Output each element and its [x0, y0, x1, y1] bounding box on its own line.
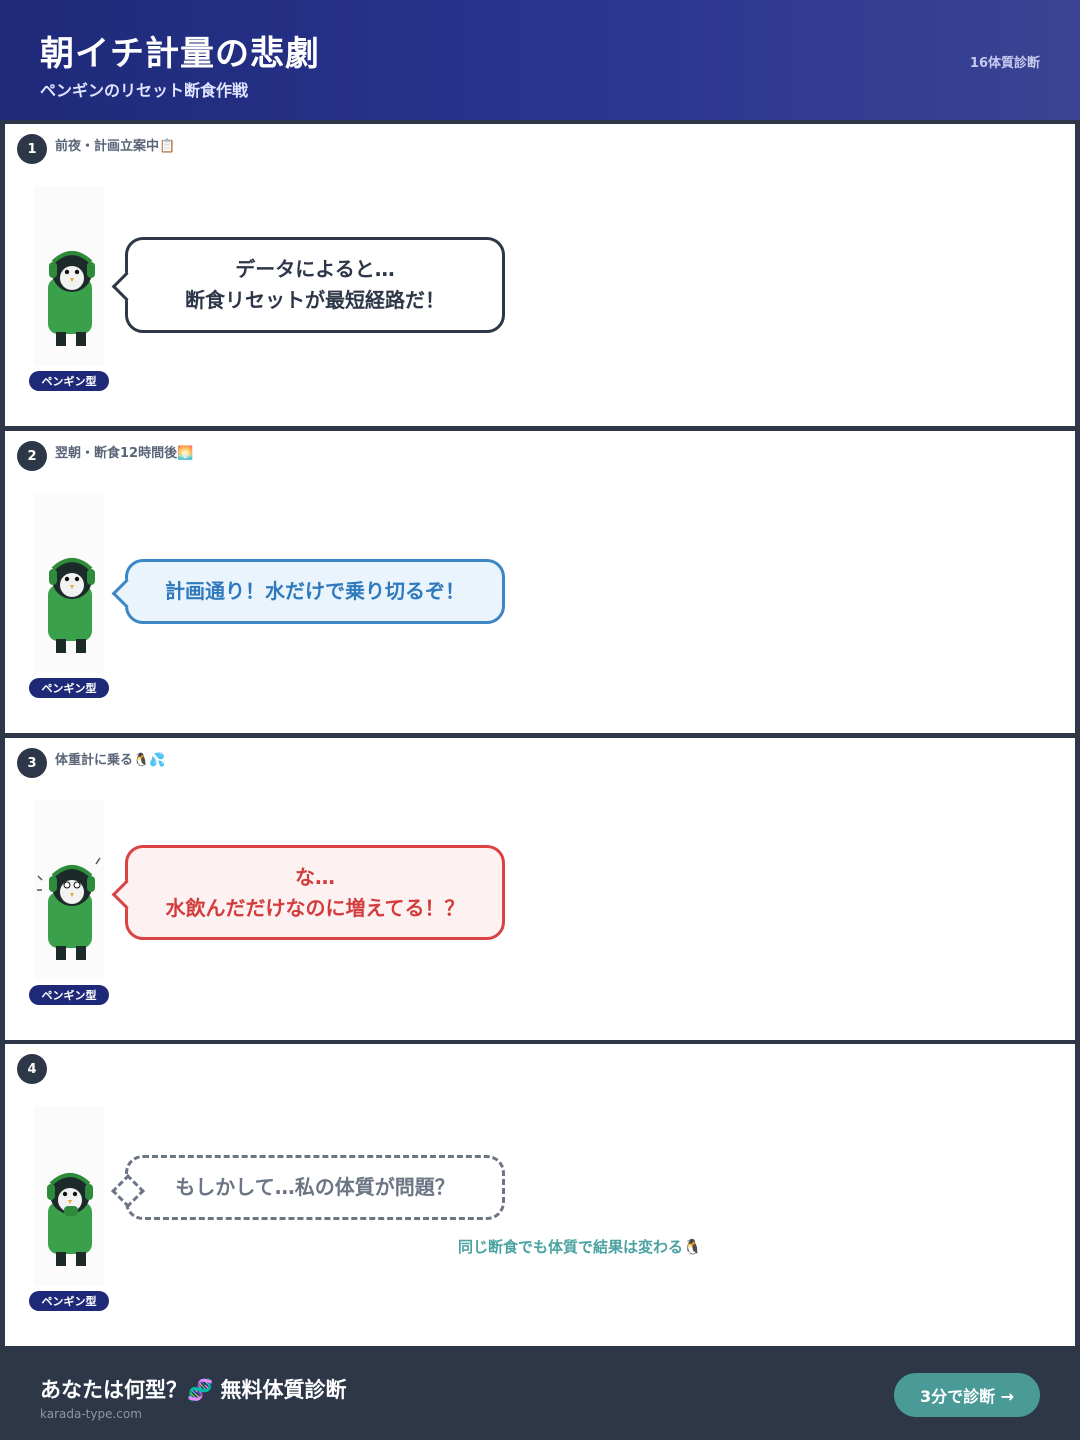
panel-number: 4: [17, 1054, 47, 1084]
speech-line-2: 断食リセットが最短経路だ！: [185, 288, 445, 312]
panel-note: 同じ断食でも体質で結果は変わる🐧: [458, 1238, 702, 1256]
header: 朝イチ計量の悲劇 ペンギンのリセット断食作戦 16体質診断: [0, 0, 1080, 120]
start-diagnosis-button[interactable]: 3分で診断 →: [894, 1373, 1040, 1417]
speech-line-2: 水飲んだだけなのに増えてる！？: [165, 895, 465, 920]
comic-panel-1: 1 前夜・計画立案中📋 ペンギン型 データによると… 断食リセットが最短経路だ！: [5, 124, 1075, 426]
panel-number: 3: [17, 748, 47, 778]
character-type-tag: ペンギン型: [29, 1291, 109, 1311]
comic-panel-2: 2 翌朝・断食12時間後🌅 ペンギン型 計画通り！水だけで乗り切るぞ！: [5, 431, 1075, 733]
panel-number: 2: [17, 441, 47, 471]
penguin-character-image: [34, 800, 104, 980]
speech-bubble: データによると… 断食リセットが最短経路だ！: [125, 237, 505, 333]
speech-line-1: データによると…: [235, 257, 395, 281]
panel-caption: 体重計に乗る🐧💦: [55, 753, 166, 768]
comic-panel-3: 3 体重計に乗る🐧💦 ペンギン型 な… 水飲んだだけなのに増えてる！？: [5, 738, 1075, 1040]
thought-bubble: もしかして…私の体質が問題？: [125, 1155, 505, 1220]
panel-caption: 前夜・計画立案中📋: [55, 139, 176, 154]
character-type-tag: ペンギン型: [29, 985, 109, 1005]
penguin-character-image: [34, 493, 104, 673]
penguin-character-image: [34, 1106, 104, 1286]
penguin-character-image: [34, 186, 104, 366]
speech-bubble: な… 水飲んだだけなのに増えてる！？: [125, 845, 505, 940]
footer: あなたは何型？🧬 無料体質診断 karada-type.com 3分で診断 →: [0, 1348, 1080, 1440]
character-type-tag: ペンギン型: [29, 371, 109, 391]
panel-caption: 翌朝・断食12時間後🌅: [55, 446, 194, 461]
page-subtitle: ペンギンのリセット断食作戦: [40, 81, 249, 100]
speech-line-1: な…: [295, 864, 335, 889]
character-type-tag: ペンギン型: [29, 678, 109, 698]
page-title: 朝イチ計量の悲劇: [40, 34, 320, 74]
speech-line-1: 計画通り！水だけで乗り切るぞ！: [165, 579, 465, 603]
site-url: karada-type.com: [40, 1407, 142, 1421]
comic-panel-4: 4 ペンギン型 もしかして…私の体質が問題？ 同じ断食でも体質で結果は変わる🐧: [5, 1044, 1075, 1346]
panel-number: 1: [17, 134, 47, 164]
cta-heading: あなたは何型？🧬 無料体質診断: [40, 1378, 347, 1402]
speech-bubble: 計画通り！水だけで乗り切るぞ！: [125, 559, 505, 624]
brand-badge: 16体質診断: [969, 56, 1040, 71]
speech-line-1: もしかして…私の体質が問題？: [175, 1175, 455, 1199]
